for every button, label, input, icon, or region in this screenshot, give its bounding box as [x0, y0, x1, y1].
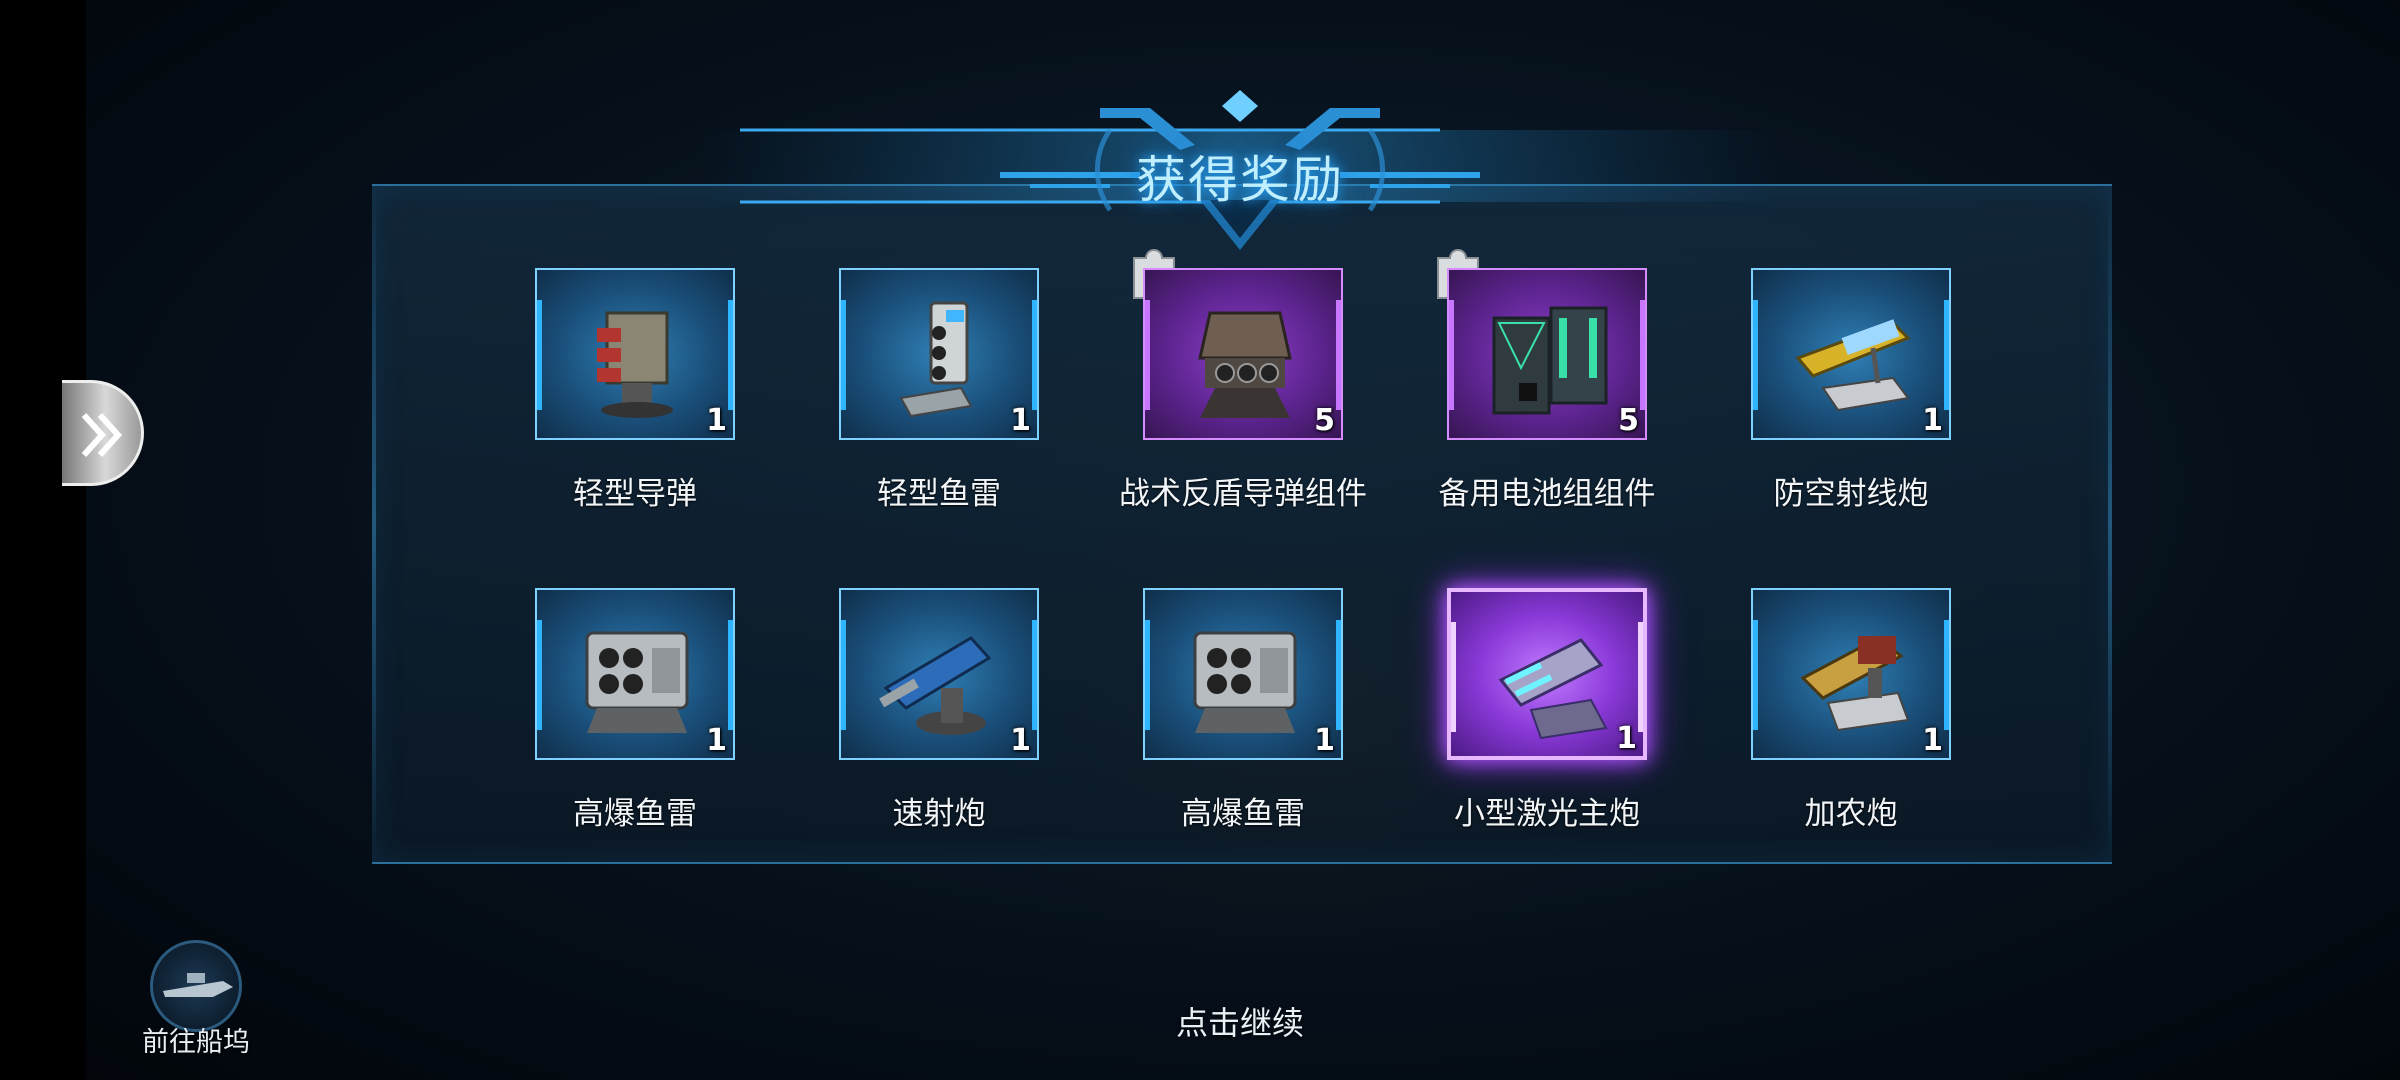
- ship-icon: [163, 973, 233, 997]
- item-label: 备用电池组组件: [1438, 476, 1656, 512]
- item-label: 速射炮: [892, 796, 986, 832]
- item-count: 1: [706, 723, 727, 758]
- item-label: 高爆鱼雷: [573, 796, 697, 832]
- anti-shield-missile-icon: [1198, 311, 1292, 418]
- reward-item[interactable]: 1 高爆鱼雷: [485, 588, 785, 878]
- item-frame: 1: [1447, 588, 1647, 760]
- item-label: 小型激光主炮: [1454, 796, 1640, 832]
- item-frame: 1: [535, 588, 735, 760]
- item-frame: 5: [1447, 268, 1647, 440]
- reward-item[interactable]: 5 备用电池组组件: [1397, 249, 1697, 558]
- reward-item[interactable]: 5 战术反盾导弹组件: [1093, 249, 1393, 558]
- item-count: 1: [1010, 723, 1031, 758]
- reward-item[interactable]: 1 加农炮: [1701, 588, 2001, 878]
- aa-ray-cannon-icon: [1795, 319, 1911, 412]
- item-count: 1: [1314, 723, 1335, 758]
- item-frame: 1: [1143, 588, 1343, 760]
- item-count: 1: [1922, 723, 1943, 758]
- item-label: 轻型导弹: [573, 476, 697, 512]
- tap-to-continue[interactable]: 点击继续: [1100, 998, 1380, 1044]
- laser-main-cannon-icon: [1498, 638, 1608, 740]
- item-label: 高爆鱼雷: [1181, 796, 1305, 832]
- title-banner: 获得奖励: [0, 0, 2400, 260]
- item-frame: 1: [535, 268, 735, 440]
- item-label: 防空射线炮: [1773, 476, 1929, 512]
- item-frame: 1: [839, 588, 1039, 760]
- dock-icon: [150, 940, 242, 1032]
- item-frame: 1: [839, 268, 1039, 440]
- item-label: 轻型鱼雷: [877, 476, 1001, 512]
- side-expand-button[interactable]: [62, 380, 144, 486]
- item-frame: 1: [1751, 268, 1951, 440]
- item-count: 1: [706, 403, 727, 438]
- item-count: 1: [1616, 721, 1637, 756]
- reward-item[interactable]: 1 速射炮: [789, 588, 1089, 878]
- rapid-fire-cannon-icon: [879, 636, 992, 735]
- panel-edge-right: [2108, 184, 2112, 860]
- cannon-icon: [1800, 636, 1910, 732]
- item-count: 1: [1010, 403, 1031, 438]
- reward-title: 获得奖励: [1136, 151, 1344, 209]
- dock-label: 前往船坞: [142, 1027, 250, 1058]
- item-count: 5: [1314, 403, 1335, 438]
- reward-item[interactable]: 1 防空射线炮: [1701, 268, 2001, 558]
- double-chevron-right-icon: [81, 412, 123, 458]
- item-count: 5: [1618, 403, 1639, 438]
- he-torpedo-icon: [1193, 631, 1297, 733]
- he-torpedo-icon: [585, 631, 689, 733]
- battery-pack-icon: [1492, 306, 1608, 415]
- panel-edge-left: [372, 184, 376, 860]
- reward-item[interactable]: 1 轻型导弹: [485, 268, 785, 558]
- go-to-dock-button[interactable]: 前往船坞: [130, 940, 260, 1070]
- item-frame: 5: [1143, 268, 1343, 440]
- item-frame: 1: [1751, 588, 1951, 760]
- item-label: 加农炮: [1804, 796, 1898, 832]
- reward-item[interactable]: 1 轻型鱼雷: [789, 268, 1089, 558]
- missile-launcher-icon: [597, 311, 673, 418]
- reward-item[interactable]: 1 高爆鱼雷: [1093, 588, 1393, 878]
- item-count: 1: [1922, 403, 1943, 438]
- reward-item[interactable]: 1 小型激光主炮: [1397, 588, 1697, 878]
- item-label: 战术反盾导弹组件: [1119, 476, 1367, 512]
- torpedo-launcher-icon: [899, 301, 973, 418]
- title-ornament: [700, 90, 1780, 250]
